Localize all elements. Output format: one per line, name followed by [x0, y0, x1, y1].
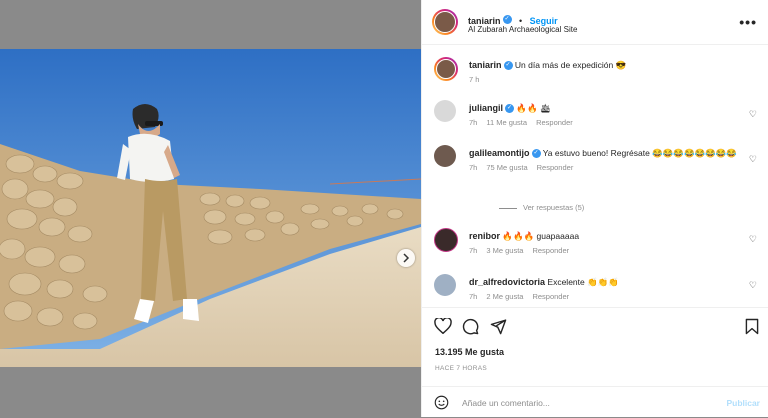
verified-badge-icon: ✓: [503, 61, 513, 71]
verified-badge-icon: ✓: [502, 15, 512, 25]
location-link[interactable]: Al Zubarah Archaeological Site: [468, 25, 577, 34]
post-timestamp: HACE 7 HORAS: [435, 365, 488, 372]
commenter-avatar[interactable]: [434, 145, 456, 167]
like-comment-icon[interactable]: ♡: [749, 109, 757, 120]
commenter-username[interactable]: juliangil: [469, 103, 503, 113]
verified-badge-icon: ✓: [505, 104, 515, 114]
post-modal: taniarin ✓ • Seguir Al Zubarah Archaeolog…: [0, 0, 768, 417]
save-bookmark-icon[interactable]: [745, 318, 759, 335]
like-comment-icon[interactable]: ♡: [749, 234, 757, 245]
comment-bubble-icon[interactable]: [462, 318, 479, 335]
comment-likes[interactable]: 3 Me gusta: [486, 246, 523, 255]
post-side-panel: taniarin ✓ • Seguir Al Zubarah Archaeolog…: [421, 0, 768, 417]
post-actions: 13.195 Me gusta HACE 7 HORAS: [422, 307, 768, 388]
reply-button[interactable]: Responder: [536, 118, 573, 127]
commenter-username[interactable]: renibor: [469, 231, 500, 241]
commenter-avatar[interactable]: [434, 100, 456, 122]
commenter-avatar[interactable]: [434, 228, 458, 252]
like-comment-icon[interactable]: ♡: [749, 280, 757, 291]
emoji-icon[interactable]: [434, 395, 449, 410]
comment-input[interactable]: Añade un comentario...: [462, 398, 550, 408]
comment-text: Excelente 👏👏👏: [547, 277, 619, 287]
commenter-username[interactable]: galileamontijo: [469, 148, 530, 158]
comment-time: 7h: [469, 163, 478, 172]
publish-button[interactable]: Publicar: [726, 398, 760, 408]
commenter-username[interactable]: dr_alfredovictoria: [469, 277, 545, 287]
comment-text: 🔥🔥🔥 guapaaaaa: [502, 231, 580, 241]
caption-text: Un día más de expedición 😎: [514, 60, 627, 70]
view-replies-button[interactable]: Ver respuestas (5): [499, 203, 584, 212]
comment-likes[interactable]: 75 Me gusta: [486, 163, 527, 172]
commenter-avatar[interactable]: [434, 274, 456, 296]
caption-avatar[interactable]: [434, 57, 458, 81]
comment-time: 7h: [469, 246, 478, 255]
more-options-icon[interactable]: •••: [739, 14, 757, 30]
comment-text: Ya estuvo bueno! Regrésate 😂😂😂😂😂😂😂😂: [542, 148, 737, 158]
caption-time: 7 h: [469, 75, 480, 84]
comment-text: 🔥🔥 🛳: [516, 103, 551, 113]
comments-list: taniarin ✓ Un día más de expedición 😎 7 h…: [422, 45, 768, 307]
post-photo[interactable]: [0, 49, 421, 367]
author-avatar[interactable]: [432, 9, 458, 35]
share-send-icon[interactable]: [490, 318, 507, 335]
verified-badge-icon: ✓: [531, 149, 541, 159]
post-header: taniarin ✓ • Seguir Al Zubarah Archaeolog…: [422, 0, 768, 45]
chevron-right-icon: [403, 253, 410, 263]
photo-illustration: [0, 49, 421, 367]
view-replies-label: Ver respuestas (5): [523, 203, 585, 212]
comment-likes[interactable]: 2 Me gusta: [486, 292, 523, 301]
reply-button[interactable]: Responder: [532, 246, 569, 255]
add-comment-bar: Añade un comentario... Publicar: [422, 386, 768, 418]
comment-time: 7h: [469, 292, 478, 301]
reply-button[interactable]: Responder: [537, 163, 574, 172]
likes-count[interactable]: 13.195 Me gusta: [435, 347, 504, 357]
comment-time: 7h: [469, 118, 478, 127]
reply-button[interactable]: Responder: [532, 292, 569, 301]
carousel-next-button[interactable]: [397, 249, 415, 267]
caption-username[interactable]: taniarin: [469, 60, 502, 70]
like-heart-icon[interactable]: [434, 318, 452, 334]
comment-likes[interactable]: 11 Me gusta: [486, 118, 527, 127]
like-comment-icon[interactable]: ♡: [749, 154, 757, 165]
